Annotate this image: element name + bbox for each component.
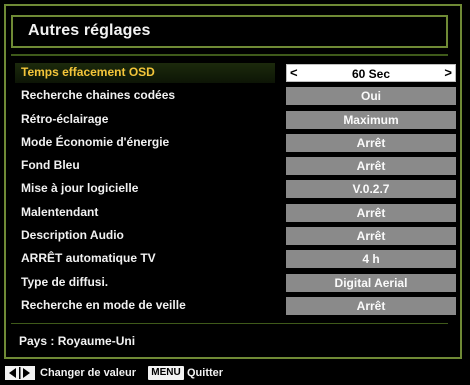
setting-row[interactable]: Recherche chaines codées Oui [15, 85, 456, 108]
tv-screen: Autres réglages Temps effacement OSD <60 … [0, 0, 470, 385]
setting-value-selector[interactable]: <60 Sec > [286, 64, 456, 82]
settings-list: Temps effacement OSD <60 Sec > Recherche ch… [15, 62, 456, 318]
setting-value-selector[interactable]: Oui [286, 87, 456, 106]
setting-value: Arrêt [356, 298, 386, 313]
setting-value-selector[interactable]: Arrêt [286, 157, 456, 176]
quit-hint: Quitter [187, 367, 224, 379]
setting-label: Recherche chaines codées [21, 88, 176, 103]
setting-value-selector[interactable]: Arrêt [286, 203, 456, 222]
setting-value-selector[interactable]: Arrêt [286, 296, 456, 315]
setting-value-selector[interactable]: Arrêt [286, 227, 456, 246]
setting-label: Temps effacement OSD [21, 65, 155, 79]
setting-value-selector[interactable]: 4 h [286, 250, 456, 269]
setting-label: Malentendant [21, 204, 99, 219]
page-title: Autres réglages [28, 22, 151, 39]
setting-value: Arrêt [356, 229, 386, 244]
setting-value: Digital Aerial [334, 275, 408, 290]
setting-value-selector[interactable]: Digital Aerial [286, 273, 456, 292]
setting-value-selector[interactable]: Arrêt [286, 133, 456, 152]
setting-label: Rétro-éclairage [21, 111, 109, 126]
title-divider [11, 54, 448, 56]
setting-row[interactable]: Temps effacement OSD <60 Sec > [15, 62, 456, 85]
setting-label: Recherche en mode de veille [21, 297, 186, 312]
country-label: Pays : Royaume-Uni [19, 334, 136, 348]
setting-row[interactable]: Malentendant Arrêt [15, 202, 456, 225]
setting-value: Arrêt [356, 205, 386, 220]
menu-key-label: MENU [151, 367, 181, 378]
setting-row[interactable]: Fond Bleu Arrêt [15, 155, 456, 178]
left-right-arrows-icon[interactable] [5, 366, 35, 380]
setting-label: Mise à jour logicielle [21, 181, 139, 196]
setting-row[interactable]: Recherche en mode de veille Arrêt [15, 295, 456, 318]
setting-label: Description Audio [21, 228, 124, 243]
setting-value: Arrêt [356, 135, 386, 150]
setting-label: Fond Bleu [21, 158, 80, 173]
setting-row[interactable]: Type de diffusi. Digital Aerial [15, 272, 456, 295]
setting-row[interactable]: Mode Économie d'énergie Arrêt [15, 132, 456, 155]
setting-value: V.0.2.7 [352, 182, 390, 197]
setting-value: Maximum [343, 112, 399, 127]
menu-key-button[interactable]: MENU [148, 366, 184, 380]
help-bar: Changer de valeur MENU Quitter [0, 362, 470, 385]
title-box: Autres réglages [11, 15, 448, 48]
setting-row[interactable]: Mise à jour logicielle V.0.2.7 [15, 178, 456, 201]
setting-label: Mode Économie d'énergie [21, 134, 170, 149]
setting-label: ARRÊT automatique TV [21, 251, 156, 266]
chevron-right-icon[interactable]: > [444, 65, 452, 81]
setting-value-selector[interactable]: V.0.2.7 [286, 180, 456, 199]
setting-row[interactable]: Description Audio Arrêt [15, 225, 456, 248]
setting-label: Type de diffusi. [21, 274, 109, 289]
setting-value: Oui [361, 89, 381, 104]
setting-value: 60 Sec [351, 67, 391, 81]
setting-value-selector[interactable]: Maximum [286, 110, 456, 129]
setting-row[interactable]: ARRÊT automatique TV 4 h [15, 248, 456, 271]
change-value-hint: Changer de valeur [40, 367, 136, 379]
setting-value: Arrêt [356, 159, 386, 174]
setting-value: 4 h [362, 252, 380, 267]
setting-row[interactable]: Rétro-éclairage Maximum [15, 109, 456, 132]
country-divider [11, 323, 448, 324]
